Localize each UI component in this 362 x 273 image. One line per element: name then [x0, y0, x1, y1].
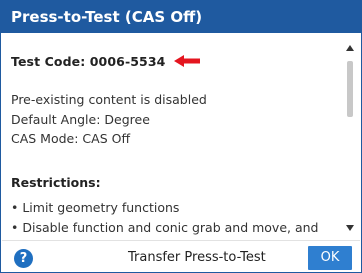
restriction-item: • Limit geometry functions [11, 200, 180, 215]
test-code: Test Code: 0006-5534 [11, 53, 166, 69]
ok-button[interactable]: OK [308, 246, 352, 270]
scroll-down-icon[interactable] [346, 225, 354, 231]
test-code-row: Test Code: 0006-5534 [11, 53, 201, 69]
status-list: Pre-existing content is disabled Default… [11, 90, 207, 149]
status-line-angle: Default Angle: Degree [11, 111, 150, 127]
transfer-press-to-test-button[interactable]: Transfer Press-to-Test [128, 246, 266, 270]
dialog-content: Test Code: 0006-5534 Pre-existing conten… [11, 41, 331, 237]
restrictions-heading: Restrictions: [11, 175, 101, 190]
footer-divider [2, 240, 360, 241]
help-icon[interactable]: ? [14, 249, 33, 268]
status-line-cas: CAS Mode: CAS Off [11, 131, 131, 146]
status-line-content: Pre-existing content is disabled [11, 92, 207, 107]
scroll-up-icon[interactable] [346, 45, 354, 51]
press-to-test-dialog: Press-to-Test (CAS Off) Test Code: 0006-… [0, 0, 362, 273]
content-scrollbar[interactable] [343, 41, 357, 237]
restrictions-list: • Limit geometry functions • Disable fun… [11, 198, 318, 237]
restriction-item: • Disable function and conic grab and mo… [11, 219, 319, 235]
scroll-thumb[interactable] [347, 61, 353, 117]
dialog-title: Press-to-Test (CAS Off) [1, 1, 361, 33]
red-arrow-icon [174, 55, 201, 67]
